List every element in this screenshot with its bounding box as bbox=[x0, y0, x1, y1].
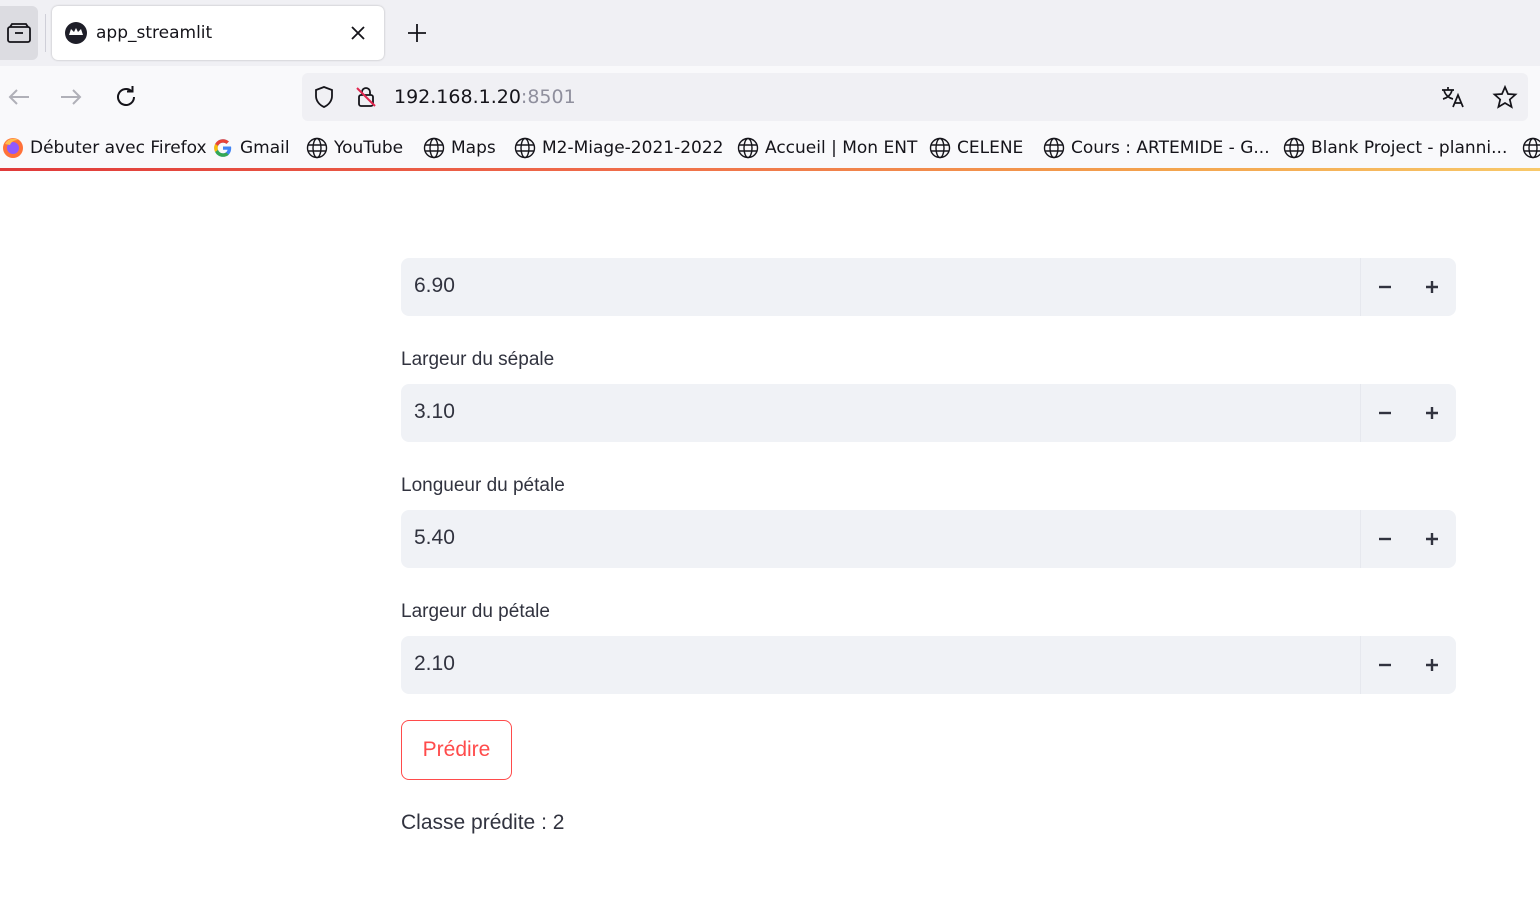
navigation-bar: 192.168.1.20:8501 bbox=[0, 66, 1540, 128]
arrow-right-icon bbox=[61, 89, 82, 105]
number-input-value[interactable]: 5.40 bbox=[414, 526, 455, 550]
minus-icon bbox=[1378, 285, 1391, 289]
close-tab-button[interactable] bbox=[346, 21, 370, 45]
minus-icon bbox=[1378, 537, 1391, 541]
prediction-result: Classe prédite : 2 bbox=[401, 811, 565, 834]
bookmark-item[interactable]: Accueil | Mon ENT bbox=[737, 136, 917, 160]
arrow-left-icon bbox=[8, 89, 29, 105]
plus-icon bbox=[1426, 281, 1438, 293]
url-host: 192.168.1.20 bbox=[394, 86, 521, 108]
number-input-sepal-length[interactable]: 6.90 bbox=[401, 258, 1456, 316]
plus-icon bbox=[1426, 407, 1438, 419]
globe-icon bbox=[929, 137, 951, 159]
bookmarks-toolbar: Débuter avec Firefox Gmail YouTube Maps … bbox=[0, 128, 1540, 168]
bookmark-item[interactable]: Débuter avec Firefox bbox=[2, 136, 207, 160]
tab-title: app_streamlit bbox=[96, 23, 213, 43]
number-input-value[interactable]: 6.90 bbox=[414, 274, 455, 298]
bookmark-overflow-item[interactable] bbox=[1522, 136, 1540, 160]
number-input-sepal-width[interactable]: 3.10 bbox=[401, 384, 1456, 442]
bookmark-label: CELENE bbox=[957, 138, 1024, 158]
bookmark-item[interactable]: M2-Miage-2021-2022 bbox=[514, 136, 723, 160]
app-main: 6.90 Largeur du sépale 3.10 Longueur du … bbox=[401, 171, 1456, 921]
plus-icon bbox=[408, 24, 426, 42]
increment-button[interactable] bbox=[1408, 510, 1456, 568]
minus-icon bbox=[1378, 411, 1391, 415]
back-button[interactable] bbox=[3, 81, 35, 113]
bookmark-star-icon[interactable] bbox=[1492, 85, 1518, 109]
insecure-lock-icon bbox=[356, 87, 376, 107]
google-icon bbox=[214, 139, 232, 157]
reload-button[interactable] bbox=[110, 81, 142, 113]
tab-separator bbox=[45, 14, 46, 52]
field-label: Largeur du sépale bbox=[401, 349, 555, 370]
plus-icon bbox=[1426, 533, 1438, 545]
number-input-value[interactable]: 2.10 bbox=[414, 652, 455, 676]
increment-button[interactable] bbox=[1408, 258, 1456, 316]
field-label: Longueur du pétale bbox=[401, 475, 565, 496]
url-text: 192.168.1.20:8501 bbox=[394, 86, 576, 108]
globe-icon bbox=[423, 137, 445, 159]
bookmark-item[interactable]: Cours : ARTEMIDE - G... bbox=[1043, 136, 1270, 160]
decrement-button[interactable] bbox=[1360, 384, 1408, 442]
bookmark-label: YouTube bbox=[334, 138, 404, 158]
bookmark-label: Cours : ARTEMIDE - G... bbox=[1071, 138, 1270, 158]
increment-button[interactable] bbox=[1408, 636, 1456, 694]
shield-icon bbox=[315, 86, 333, 108]
predict-button[interactable]: Prédire bbox=[401, 720, 512, 780]
field-label: Largeur du pétale bbox=[401, 601, 550, 622]
bookmark-label: Débuter avec Firefox bbox=[30, 138, 207, 158]
decrement-button[interactable] bbox=[1360, 510, 1408, 568]
forward-button[interactable] bbox=[55, 81, 87, 113]
translate-icon[interactable] bbox=[1440, 85, 1466, 109]
bookmark-item[interactable]: CELENE bbox=[929, 136, 1023, 160]
globe-icon bbox=[737, 137, 759, 159]
folder-icon bbox=[7, 23, 31, 43]
bookmark-item[interactable]: YouTube bbox=[306, 136, 403, 160]
reload-icon bbox=[117, 86, 135, 106]
tab-overview-button[interactable] bbox=[0, 6, 38, 60]
globe-icon bbox=[1043, 137, 1065, 159]
number-input-value[interactable]: 3.10 bbox=[414, 400, 455, 424]
globe-icon bbox=[514, 137, 536, 159]
bookmark-label: Gmail bbox=[240, 138, 290, 158]
close-icon bbox=[351, 26, 365, 40]
bookmark-label: Maps bbox=[451, 138, 496, 158]
decrement-button[interactable] bbox=[1360, 258, 1408, 316]
number-input-petal-length[interactable]: 5.40 bbox=[401, 510, 1456, 568]
bookmark-item[interactable]: Maps bbox=[423, 136, 496, 160]
address-bar[interactable]: 192.168.1.20:8501 bbox=[302, 73, 1528, 121]
new-tab-button[interactable] bbox=[404, 20, 430, 46]
globe-icon bbox=[1522, 137, 1540, 159]
active-tab[interactable]: app_streamlit bbox=[52, 6, 384, 60]
increment-button[interactable] bbox=[1408, 384, 1456, 442]
firefox-icon bbox=[3, 138, 23, 158]
streamlit-crown-icon bbox=[65, 22, 87, 44]
minus-icon bbox=[1378, 663, 1391, 667]
decrement-button[interactable] bbox=[1360, 636, 1408, 694]
number-input-petal-width[interactable]: 2.10 bbox=[401, 636, 1456, 694]
bookmark-label: Accueil | Mon ENT bbox=[765, 138, 918, 158]
plus-icon bbox=[1426, 659, 1438, 671]
bookmark-item[interactable]: Blank Project - planni... bbox=[1283, 136, 1507, 160]
globe-icon bbox=[306, 137, 328, 159]
tab-strip: app_streamlit bbox=[0, 0, 1540, 66]
url-port: :8501 bbox=[520, 86, 576, 108]
globe-icon bbox=[1283, 137, 1305, 159]
bookmark-label: Blank Project - planni... bbox=[1311, 138, 1508, 158]
bookmark-label: M2-Miage-2021-2022 bbox=[542, 138, 724, 158]
bookmark-item[interactable]: Gmail bbox=[212, 136, 290, 160]
